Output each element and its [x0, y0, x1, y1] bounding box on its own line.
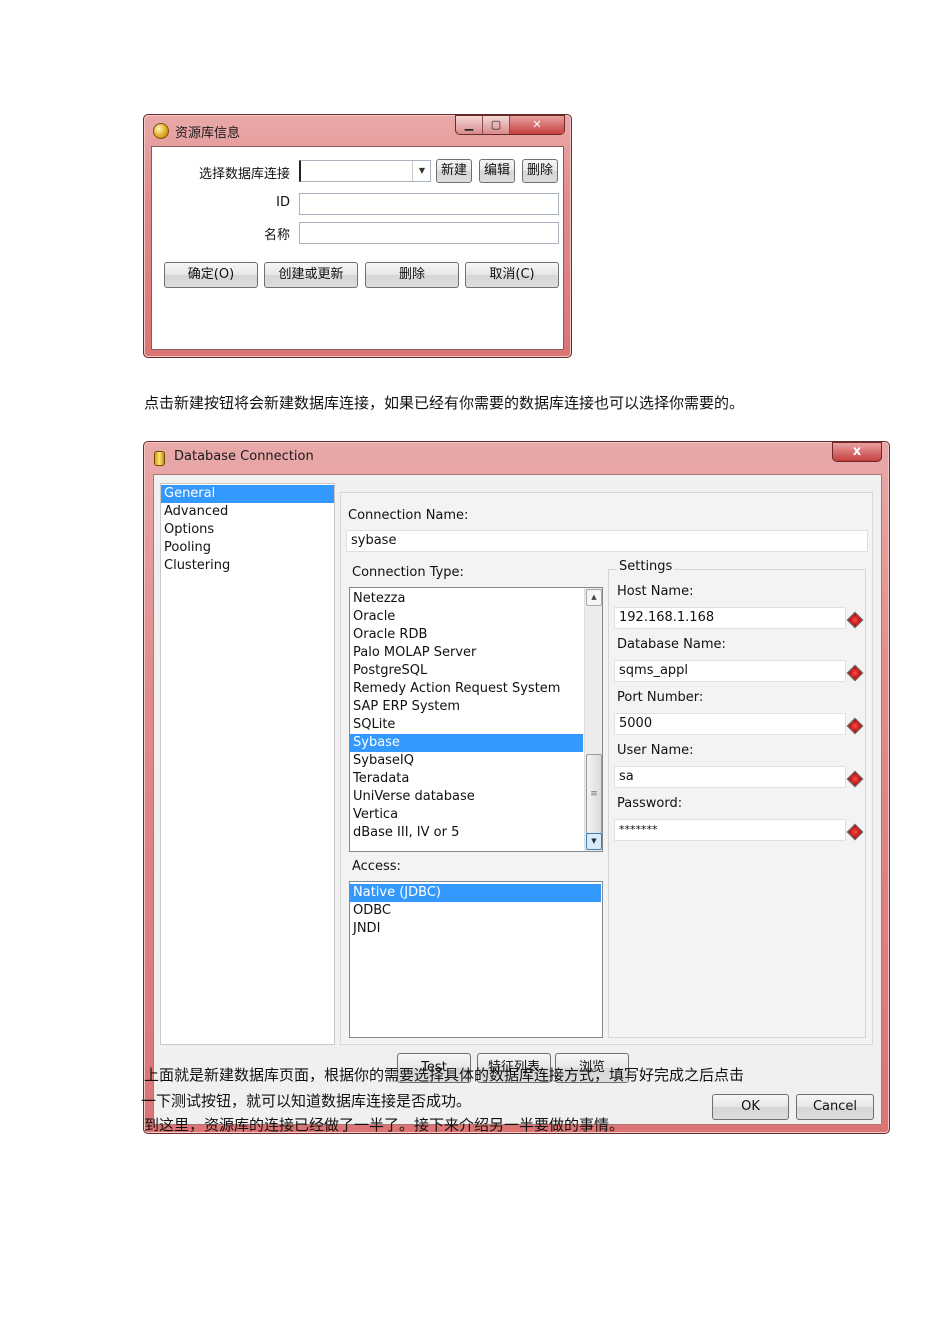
ok-button[interactable]: OK: [712, 1094, 789, 1120]
list-item[interactable]: dBase III, IV or 5: [350, 824, 585, 842]
id-field[interactable]: [299, 193, 559, 215]
paragraph-2-line-1: 上面就是新建数据库页面，根据你的需要选择具体的数据库连接方式，填写好完成之后点击: [144, 1066, 745, 1084]
password-label: Password:: [617, 796, 683, 811]
connection-type-label: Connection Type:: [352, 565, 464, 580]
list-item[interactable]: Teradata: [350, 770, 585, 788]
access-item-selected[interactable]: Native (JDBC): [350, 884, 601, 902]
database-connection-dialog: Database Connection x General Advanced O…: [143, 441, 890, 1134]
settings-group: Settings Host Name: 192.168.1.168 Databa…: [608, 559, 866, 1038]
maximize-icon[interactable]: ▢: [483, 116, 510, 134]
paragraph-2-line-3: 到这里，资源库的连接已经做了一半了。接下来介绍另一半要做的事情。: [144, 1116, 625, 1134]
new-connection-button[interactable]: 新建: [436, 159, 472, 183]
port-label: Port Number:: [617, 690, 704, 705]
database-icon: [154, 451, 165, 466]
nav-item-clustering[interactable]: Clustering: [161, 557, 334, 575]
password-field[interactable]: *******: [614, 819, 846, 841]
list-item[interactable]: Palo MOLAP Server: [350, 644, 585, 662]
required-icon: [846, 717, 864, 735]
list-item[interactable]: Vertica: [350, 806, 585, 824]
connection-type-list[interactable]: Netezza Oracle Oracle RDB Palo MOLAP Ser…: [349, 587, 603, 852]
user-field[interactable]: sa: [614, 766, 846, 788]
close-icon[interactable]: x: [832, 442, 882, 462]
cancel-button[interactable]: Cancel: [796, 1094, 874, 1120]
repository-info-dialog: 资源库信息 ▁ ▢ ✕ 选择数据库连接 ▼ 新建 编辑 删除 ID 名称 确定(…: [143, 114, 572, 358]
list-item[interactable]: Oracle RDB: [350, 626, 585, 644]
list-item[interactable]: PostgreSQL: [350, 662, 585, 680]
chevron-down-icon[interactable]: ▼: [412, 161, 431, 181]
connection-name-label: Connection Name:: [348, 508, 469, 523]
vertical-scrollbar[interactable]: ▲ ≡ ▼: [584, 588, 602, 851]
connection-label: 选择数据库连接: [198, 167, 290, 182]
cancel-button[interactable]: 取消(C): [465, 262, 559, 288]
delete-connection-button[interactable]: 删除: [522, 159, 558, 183]
nav-item-general[interactable]: General: [161, 485, 334, 503]
list-item[interactable]: Netezza: [350, 590, 585, 608]
name-label: 名称: [263, 228, 290, 243]
nav-list: General Advanced Options Pooling Cluster…: [160, 483, 335, 1045]
host-label: Host Name:: [617, 584, 694, 599]
dialog-title: 资源库信息: [175, 126, 241, 141]
remove-button[interactable]: 删除: [365, 262, 459, 288]
access-item[interactable]: JNDI: [350, 920, 602, 938]
list-item[interactable]: UniVerse database: [350, 788, 585, 806]
required-icon: [846, 611, 864, 629]
nav-item-advanced[interactable]: Advanced: [161, 503, 334, 521]
database-label: Database Name:: [617, 637, 726, 652]
settings-label: Settings: [617, 559, 675, 574]
general-panel: Connection Name: sybase Connection Type:…: [340, 492, 873, 1045]
repository-icon: [153, 123, 169, 139]
user-label: User Name:: [617, 743, 694, 758]
minimize-icon[interactable]: ▁: [456, 116, 483, 134]
create-or-update-button[interactable]: 创建或更新: [264, 262, 358, 288]
database-field[interactable]: sqms_appl: [614, 660, 846, 682]
dialog-client-area: General Advanced Options Pooling Cluster…: [153, 474, 882, 1125]
window-controls: ▁ ▢ ✕: [455, 115, 565, 135]
id-label: ID: [276, 195, 290, 210]
list-item[interactable]: SybaseIQ: [350, 752, 585, 770]
list-item[interactable]: Remedy Action Request System: [350, 680, 585, 698]
port-field[interactable]: 5000: [614, 713, 846, 735]
scroll-down-icon[interactable]: ▼: [586, 833, 602, 850]
scroll-up-icon[interactable]: ▲: [586, 589, 602, 606]
scroll-thumb[interactable]: ≡: [586, 754, 602, 834]
ok-button[interactable]: 确定(O): [164, 262, 258, 288]
name-field[interactable]: [299, 222, 559, 244]
nav-item-pooling[interactable]: Pooling: [161, 539, 334, 557]
access-list[interactable]: Native (JDBC) ODBC JNDI: [349, 881, 603, 1038]
list-item-selected[interactable]: Sybase: [350, 734, 583, 752]
close-icon[interactable]: ✕: [510, 116, 564, 134]
required-icon: [846, 664, 864, 682]
nav-item-options[interactable]: Options: [161, 521, 334, 539]
dialog-title: Database Connection: [174, 449, 314, 464]
required-icon: [846, 770, 864, 788]
required-icon: [846, 823, 864, 841]
list-item[interactable]: Oracle: [350, 608, 585, 626]
access-label: Access:: [352, 859, 401, 874]
list-item[interactable]: SQLite: [350, 716, 585, 734]
host-field[interactable]: 192.168.1.168: [614, 607, 846, 629]
paragraph-1: 点击新建按钮将会新建数据库连接，如果已经有你需要的数据库连接也可以选择你需要的。: [144, 394, 745, 412]
paragraph-2-line-2: 一下测试按钮，就可以知道数据库连接是否成功。: [141, 1092, 472, 1110]
access-item[interactable]: ODBC: [350, 902, 602, 920]
connection-name-field[interactable]: sybase: [346, 530, 868, 552]
list-item[interactable]: SAP ERP System: [350, 698, 585, 716]
dialog-client-area: 选择数据库连接 ▼ 新建 编辑 删除 ID 名称 确定(O) 创建或更新 删除 …: [151, 146, 564, 350]
edit-connection-button[interactable]: 编辑: [479, 159, 515, 183]
